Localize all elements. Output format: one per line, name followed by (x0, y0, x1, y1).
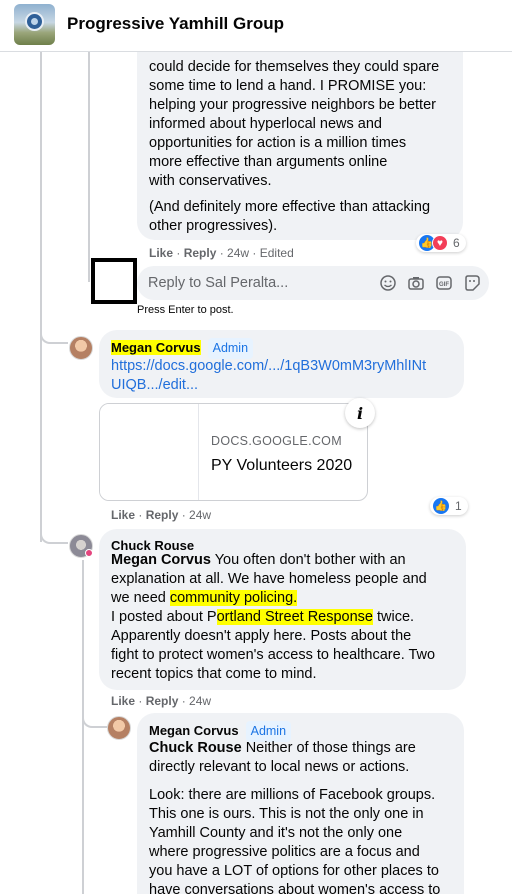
like-link[interactable]: Like (111, 694, 135, 708)
thread-connector (40, 300, 68, 344)
status-badge (85, 549, 93, 557)
link-title: PY Volunteers 2020 (211, 457, 353, 474)
comment-text: Chuck Rouse Neither of those things are … (149, 740, 416, 775)
thread-connector (40, 520, 68, 544)
comment-bubble: could decide for themselves they could s… (137, 42, 463, 240)
comment-actions: Like · Reply · 24w (111, 694, 212, 708)
reply-input[interactable]: Reply to Sal Peralta... GIF (137, 266, 489, 300)
reaction-summary[interactable]: 👍 1 (430, 497, 468, 515)
thread-line (40, 342, 42, 542)
reply-link[interactable]: Reply (146, 694, 179, 708)
reaction-count: 6 (453, 236, 460, 250)
link-preview-card[interactable]: DOCS.GOOGLE.COM PY Volunteers 2020 (99, 403, 368, 501)
link-domain: DOCS.GOOGLE.COM (211, 434, 342, 448)
comment-bubble: Megan Corvus Admin Chuck Rouse Neither o… (137, 713, 464, 894)
avatar[interactable] (69, 336, 93, 360)
thread-line (82, 560, 84, 894)
timestamp[interactable]: 24w (227, 246, 249, 260)
thread-line (88, 52, 90, 282)
comment-bubble: Chuck Rouse Megan Corvus You often don't… (99, 529, 466, 690)
comment-text: could decide for themselves they could s… (149, 59, 440, 189)
press-enter-hint: Press Enter to post. (137, 304, 234, 316)
svg-text:GIF: GIF (439, 282, 449, 288)
group-avatar[interactable] (14, 4, 55, 45)
group-header: Progressive Yamhill Group (0, 0, 512, 52)
like-link[interactable]: Like (149, 246, 173, 260)
info-icon[interactable]: i (345, 398, 375, 428)
comment-text: Megan Corvus You often don't bother with… (111, 552, 436, 682)
comment-author[interactable]: Megan Corvus (149, 723, 239, 738)
thread-connector (82, 700, 108, 728)
reply-placeholder: Reply to Sal Peralta... (148, 275, 289, 291)
edited-label: Edited (259, 246, 294, 260)
reply-link[interactable]: Reply (184, 246, 217, 260)
comment-bubble: Megan Corvus Admin https://docs.google.c… (99, 330, 464, 398)
comment-actions: Like · Reply · 24w · Edited (149, 246, 294, 260)
thread-line (40, 52, 42, 342)
mention-link[interactable]: Chuck Rouse (149, 740, 242, 756)
admin-badge: Admin (207, 338, 254, 359)
group-name[interactable]: Progressive Yamhill Group (67, 14, 284, 34)
like-reaction-icon: 👍 (433, 498, 449, 514)
love-reaction-icon: ♥ (432, 235, 448, 251)
redacted-avatar (91, 258, 137, 304)
timestamp[interactable]: 24w (189, 508, 211, 522)
link-thumbnail (100, 404, 199, 500)
avatar[interactable] (107, 716, 131, 740)
reaction-summary[interactable]: 👍 ♥ 6 (416, 234, 466, 252)
reaction-count: 1 (455, 499, 462, 513)
emoji-icon[interactable] (379, 274, 397, 292)
mention-link[interactable]: Megan Corvus (111, 552, 211, 568)
comment-text: Look: there are millions of Facebook gro… (149, 787, 441, 894)
comment-actions: Like · Reply · 24w (111, 508, 212, 522)
comment-text: (And definitely more effective than atta… (149, 199, 431, 234)
like-link[interactable]: Like (111, 508, 135, 522)
gif-icon[interactable]: GIF (435, 274, 453, 292)
camera-icon[interactable] (407, 274, 425, 292)
doc-link[interactable]: https://docs.google.com/.../1qB3W0mM3ryM… (111, 357, 426, 395)
comment-author[interactable]: Megan Corvus (111, 340, 201, 355)
sticker-icon[interactable] (463, 274, 481, 292)
timestamp[interactable]: 24w (189, 694, 211, 708)
reply-link[interactable]: Reply (146, 508, 179, 522)
